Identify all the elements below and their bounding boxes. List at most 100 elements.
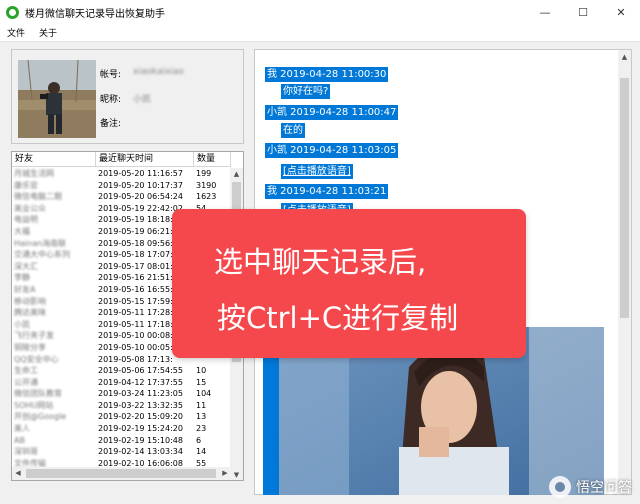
minimize-button[interactable]: —: [526, 0, 564, 24]
friend-name-cell: 微信电脑二期: [14, 192, 62, 202]
chat-message[interactable]: 在的: [281, 123, 305, 138]
friend-name-cell: 腾达美味: [14, 308, 46, 318]
menu-bar: 文件 关于: [0, 24, 640, 42]
table-row[interactable]: 公开通 2019-04-12 17:37:55 15: [12, 377, 231, 389]
scroll-down-icon[interactable]: ▼: [230, 469, 243, 480]
friend-name-cell: 小凯: [14, 319, 30, 329]
app-logo-icon: [6, 5, 19, 19]
chat-header-me[interactable]: 我 2019-04-28 11:03:21: [265, 184, 389, 199]
nickname-row: 昵称: 小凯: [100, 92, 151, 105]
scroll-left-icon[interactable]: ◀: [12, 467, 24, 480]
message-count-cell: 15: [196, 377, 207, 387]
profile-panel: 帐号: xiaokaixiao 昵称: 小凯 备注:: [11, 49, 244, 144]
friend-name-cell: 李静: [14, 273, 30, 283]
message-count-cell: 3190: [196, 180, 217, 190]
chat-message[interactable]: 你好在吗?: [281, 84, 331, 99]
column-header-friend[interactable]: 好友: [12, 152, 96, 167]
friend-name-cell: 公开通: [14, 377, 38, 387]
last-chat-time-cell: 2019-05-20 06:54:24: [98, 192, 183, 202]
message-count-cell: 1623: [196, 192, 217, 202]
account-row: 帐号: xiaokaixiao: [100, 67, 184, 80]
table-row[interactable]: 月城生活网 2019-05-20 11:16:57 199: [12, 168, 231, 180]
last-chat-time-cell: 2019-05-17 08:01:: [98, 261, 173, 271]
table-row[interactable]: 美人 2019-02-19 15:24:20 23: [12, 423, 231, 435]
friend-name-cell: 深圳哥: [14, 447, 38, 457]
nickname-value: 小凯: [133, 95, 152, 105]
last-chat-time-cell: 2019-05-06 17:54:55: [98, 366, 183, 376]
chat-header-contact[interactable]: 小凯 2019-04-28 11:00:47: [265, 105, 399, 120]
friend-name-cell: 移动影响: [14, 296, 46, 306]
scroll-right-icon[interactable]: ▶: [219, 467, 231, 480]
last-chat-time-cell: 2019-02-14 13:03:34: [98, 447, 183, 457]
friend-name-cell: 电益明: [14, 215, 38, 225]
menu-file[interactable]: 文件: [0, 26, 32, 39]
table-row[interactable]: AB 2019-02-19 15:10:48 6: [12, 435, 231, 447]
friend-name-cell: 交通大中心系列: [14, 250, 70, 260]
overlay-line-1: 选中聊天记录后,: [214, 245, 427, 279]
friend-name-cell: QQ安全中心: [14, 354, 59, 364]
friend-name-cell: 美人: [14, 424, 30, 434]
chat-vertical-scrollbar[interactable]: ▲: [618, 50, 631, 494]
table-row[interactable]: 生命工 2019-05-06 17:54:55 10: [12, 365, 231, 377]
chat-header-contact[interactable]: 小凯 2019-04-28 11:03:05: [265, 143, 399, 158]
friend-name-cell: 生命工: [14, 366, 38, 376]
friend-name-cell: Hainan海南联: [14, 238, 67, 248]
column-header-last-chat[interactable]: 最近聊天时间: [96, 152, 194, 167]
message-count-cell: 23: [196, 424, 207, 434]
instruction-overlay: 选中聊天记录后, 按Ctrl+C进行复制: [172, 209, 526, 358]
watermark-text: 悟空问答: [576, 480, 632, 496]
watermark: 悟空问答: [549, 476, 632, 498]
last-chat-time-cell: 2019-03-22 13:32:35: [98, 400, 183, 410]
table-row[interactable]: SOHU网站 2019-03-22 13:32:35 11: [12, 400, 231, 412]
friend-name-cell: 康乐官: [14, 180, 38, 190]
chat-scroll-up-icon[interactable]: ▲: [618, 50, 631, 64]
table-row[interactable]: 康乐官 2019-05-20 10:17:37 3190: [12, 180, 231, 192]
message-count-cell: 14: [196, 447, 207, 457]
last-chat-time-cell: 2019-04-12 17:37:55: [98, 377, 183, 387]
friend-name-cell: 好友A: [14, 284, 36, 294]
last-chat-time-cell: 2019-05-08 17:13:: [98, 354, 173, 364]
avatar: [18, 60, 96, 138]
table-row[interactable]: 微信团队教育 2019-03-24 11:23:05 104: [12, 388, 231, 400]
table-row[interactable]: 微信电脑二期 2019-05-20 06:54:24 1623: [12, 191, 231, 203]
scroll-up-icon[interactable]: ▲: [230, 168, 243, 180]
column-header-count[interactable]: 数量: [194, 152, 231, 167]
friend-name-cell: 月城生活网: [14, 169, 54, 178]
last-chat-time-cell: 2019-02-19 15:10:48: [98, 435, 183, 445]
play-voice-link[interactable]: [点击播放语音]: [281, 164, 353, 179]
friend-name-cell: 深大汇: [14, 261, 38, 271]
friend-name-cell: 大福: [14, 226, 30, 236]
message-count-cell: 13: [196, 412, 207, 422]
friend-name-cell: SOHU网站: [14, 400, 54, 410]
contact-horizontal-scrollbar[interactable]: ◀ ▶: [12, 467, 231, 480]
message-count-cell: 6: [196, 435, 202, 445]
last-chat-time-cell: 2019-02-19 15:24:20: [98, 424, 183, 434]
friend-name-cell: 铜陵分享: [14, 342, 46, 352]
account-value: xiaokaixiao: [133, 67, 184, 77]
table-row[interactable]: 开创@Google 2019-02-20 15:09:20 13: [12, 411, 231, 423]
friend-name-cell: AB: [14, 435, 25, 445]
hscroll-thumb[interactable]: [26, 469, 216, 478]
friend-name-cell: 微信团队教育: [14, 389, 62, 399]
last-chat-time-cell: 2019-05-20 11:16:57: [98, 169, 183, 178]
last-chat-time-cell: 2019-05-16 16:55:: [98, 284, 173, 294]
chat-scroll-thumb[interactable]: [620, 78, 629, 318]
message-count-cell: 11: [196, 400, 207, 410]
menu-about[interactable]: 关于: [32, 26, 64, 39]
list-header: 好友 最近聊天时间 数量: [12, 152, 231, 167]
maximize-button[interactable]: ☐: [564, 0, 602, 24]
last-chat-time-cell: 2019-05-10 00:05:: [98, 342, 173, 352]
title-bar: 楼月微信聊天记录导出恢复助手 — ☐ ✕: [0, 0, 640, 24]
friend-name-cell: 美业公众: [14, 203, 46, 213]
last-chat-time-cell: 2019-05-20 10:17:37: [98, 180, 183, 190]
chat-header-me[interactable]: 我 2019-04-28 11:00:30: [265, 67, 389, 82]
table-row[interactable]: 深圳哥 2019-02-14 13:03:34 14: [12, 446, 231, 458]
last-chat-time-cell: 2019-05-11 17:28:: [98, 308, 173, 318]
message-count-cell: 199: [196, 169, 212, 178]
watermark-logo-icon: [549, 476, 571, 498]
last-chat-time-cell: 2019-05-18 09:56:: [98, 238, 173, 248]
close-button[interactable]: ✕: [602, 0, 640, 24]
last-chat-time-cell: 2019-05-11 17:18:: [98, 319, 173, 329]
last-chat-time-cell: 2019-05-18 17:07:: [98, 250, 173, 260]
last-chat-time-cell: 2019-03-24 11:23:05: [98, 389, 183, 399]
